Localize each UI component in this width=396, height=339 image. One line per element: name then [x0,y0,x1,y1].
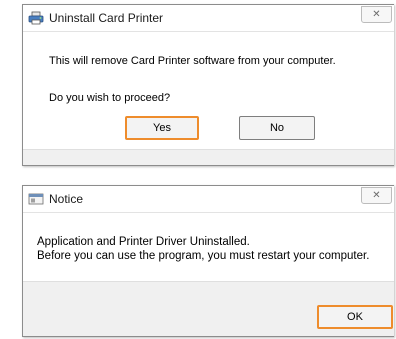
notice-dialog-titlebar[interactable]: Notice ✕ [23,186,394,213]
dialog-question: Do you wish to proceed? [49,92,171,104]
dialog-title: Uninstall Card Printer [49,11,164,25]
dialog-message-line2: Before you can use the program, you must… [37,250,370,262]
notice-dialog: Notice ✕ Application and Printer Driver … [22,185,394,337]
close-button[interactable]: ✕ [361,187,392,204]
ok-button[interactable]: OK [317,305,393,329]
dialog-message: This will remove Card Printer software f… [49,55,336,67]
dialog-footer-divider [23,281,394,282]
ok-button-label: OK [347,311,363,323]
uninstall-dialog: Uninstall Card Printer ✕ This will remov… [22,4,394,166]
dialog-body: Application and Printer Driver Uninstall… [23,213,394,281]
yes-button-label: Yes [153,122,171,134]
uninstall-dialog-titlebar[interactable]: Uninstall Card Printer ✕ [23,5,394,32]
window-icon [28,192,44,206]
close-icon: ✕ [372,190,381,201]
dialog-message-line1: Application and Printer Driver Uninstall… [37,236,250,248]
close-icon: ✕ [372,9,381,20]
dialog-title: Notice [49,192,84,206]
no-button[interactable]: No [239,116,315,140]
close-button[interactable]: ✕ [361,6,392,23]
printer-icon [28,11,44,25]
dialog-body: This will remove Card Printer software f… [23,32,394,149]
yes-button[interactable]: Yes [125,116,199,140]
no-button-label: No [269,122,285,134]
dialog-footer-divider [23,149,394,150]
